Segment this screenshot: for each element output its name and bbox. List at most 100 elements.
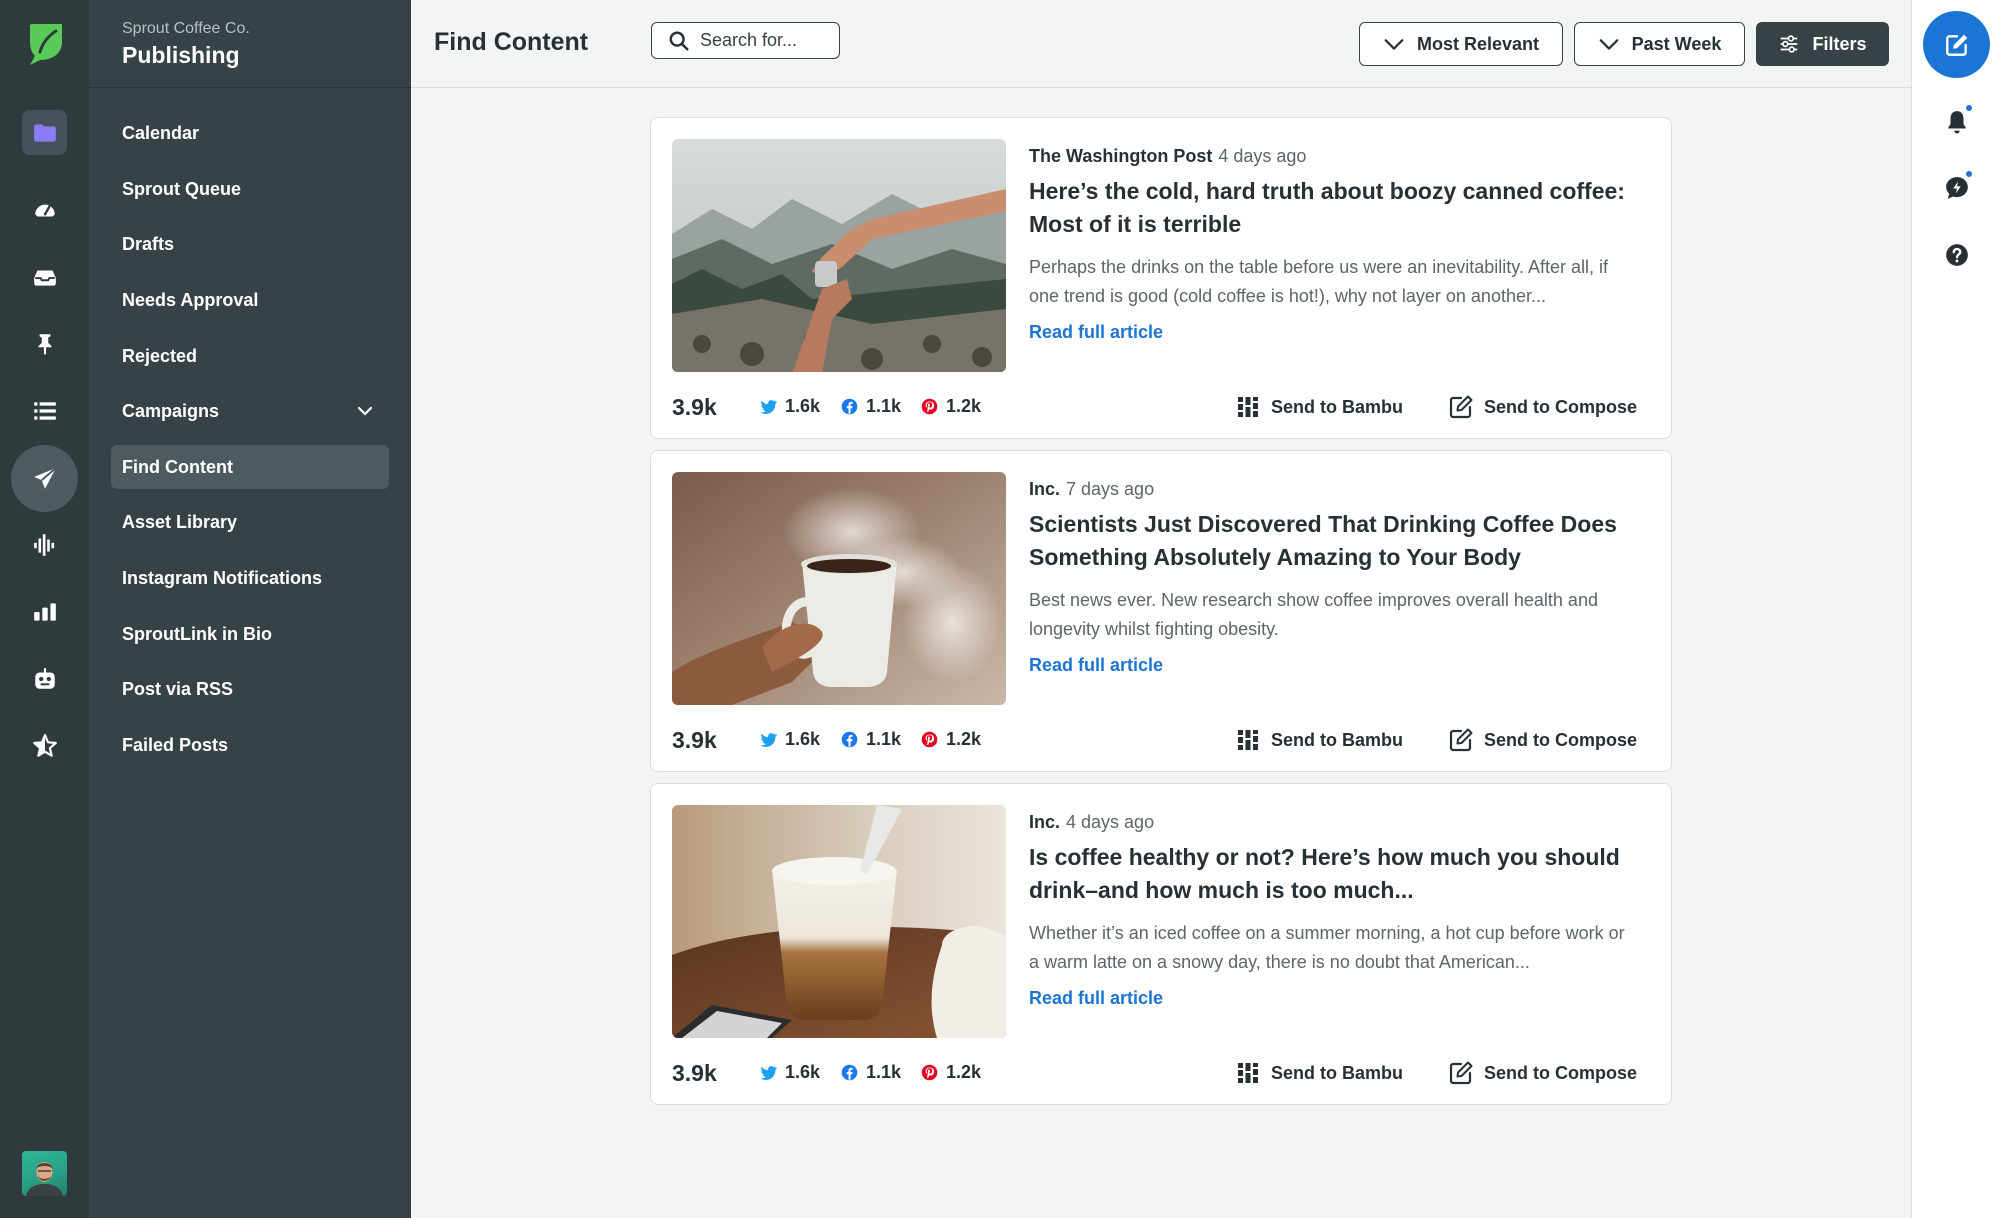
pinterest-count: 1.2k [921, 729, 981, 750]
filters-label: Filters [1812, 33, 1867, 54]
twitter-icon [760, 400, 777, 414]
send-to-bambu-label: Send to Bambu [1271, 1062, 1404, 1083]
read-full-article-link[interactable]: Read full article [1029, 988, 1163, 1009]
date-range-dropdown[interactable]: Past Week [1574, 22, 1745, 66]
twitter-count-value: 1.6k [785, 396, 821, 416]
section-name: Publishing [122, 42, 240, 68]
article-description: Best news ever. New research show coffee… [1029, 590, 1598, 639]
nav-item-calendar[interactable]: Calendar [111, 111, 389, 155]
article-headline[interactable]: Is coffee healthy or not? Here’s how muc… [1029, 841, 1639, 907]
nav-item-find-content[interactable]: Find Content [111, 445, 389, 489]
search-input[interactable]: Search for... [651, 22, 840, 59]
article-thumbnail[interactable] [672, 805, 1006, 1038]
rail-reviews[interactable] [22, 723, 67, 768]
read-full-article-link[interactable]: Read full article [1029, 655, 1163, 676]
rail-publishing[interactable] [11, 445, 78, 512]
article-age: 7 days ago [1066, 479, 1155, 499]
search-placeholder: Search for... [700, 30, 798, 50]
org-name: Sprout Coffee Co. [122, 20, 250, 37]
nav-item-label: SproutLink in Bio [122, 623, 272, 644]
article-source: Inc. [1029, 812, 1061, 832]
nav-item-instagram-notifications[interactable]: Instagram Notifications [111, 556, 389, 600]
nav-item-label: Rejected [122, 345, 198, 366]
rail-bots[interactable] [22, 656, 67, 701]
user-avatar[interactable] [22, 1151, 67, 1196]
send-to-compose-label: Send to Compose [1484, 396, 1638, 417]
article-age: 4 days ago [1066, 812, 1155, 832]
top-bar: Find Content Search for... Most Relevant… [411, 0, 1911, 88]
subnav-header: Sprout Coffee Co. Publishing [89, 0, 411, 88]
read-full-article-link[interactable]: Read full article [1029, 322, 1163, 343]
nav-item-sprout-queue[interactable]: Sprout Queue [111, 167, 389, 211]
compose-icon [1449, 728, 1473, 752]
nav-item-label: Post via RSS [122, 678, 234, 699]
article-source: The Washington Post [1029, 146, 1213, 166]
nav-item-failed-posts[interactable]: Failed Posts [111, 723, 389, 767]
send-to-bambu-button[interactable]: Send to Bambu [1235, 1060, 1403, 1086]
nav-item-label: Needs Approval [122, 289, 259, 310]
sprout-logo-icon[interactable] [26, 22, 64, 66]
rail-listening[interactable] [22, 522, 67, 567]
pinterest-icon [921, 398, 938, 415]
nav-item-asset-library[interactable]: Asset Library [111, 500, 389, 544]
nav-item-needs-approval[interactable]: Needs Approval [111, 278, 389, 322]
folder-icon [33, 123, 56, 142]
bot-icon [34, 667, 55, 689]
nav-item-label: Find Content [122, 456, 233, 477]
compose-icon [1449, 1061, 1473, 1085]
user-avatar-icon [26, 1162, 63, 1196]
article-headline[interactable]: Scientists Just Discovered That Drinking… [1029, 508, 1639, 574]
send-to-bambu-button[interactable]: Send to Bambu [1235, 727, 1403, 753]
compose-button[interactable] [1923, 11, 1990, 78]
facebook-icon [841, 1064, 858, 1081]
article-description: Whether it’s an iced coffee on a summer … [1029, 923, 1625, 972]
nav-item-rejected[interactable]: Rejected [111, 334, 389, 378]
pinterest-count: 1.2k [921, 396, 981, 417]
chevron-down-icon [1599, 39, 1618, 50]
send-to-compose-button[interactable]: Send to Compose [1448, 727, 1637, 753]
nav-item-sproutlink-in-bio[interactable]: SproutLink in Bio [111, 612, 389, 656]
rail-reports[interactable] [22, 589, 67, 634]
pinterest-count-value: 1.2k [946, 1062, 982, 1082]
article-headline[interactable]: Here’s the cold, hard truth about boozy … [1029, 175, 1639, 241]
total-engagement: 3.9k [672, 1060, 717, 1086]
rail-dashboard[interactable] [22, 187, 67, 232]
nav-item-label: Failed Posts [122, 734, 229, 755]
article-meta: Inc. 4 days ago [1029, 812, 1154, 833]
twitter-count: 1.6k [760, 1062, 820, 1083]
rail-inbox[interactable] [22, 254, 67, 299]
rail-tasks[interactable] [22, 388, 67, 433]
twitter-count: 1.6k [760, 729, 820, 750]
chevron-down-icon [1384, 39, 1404, 50]
send-to-bambu-button[interactable]: Send to Bambu [1235, 394, 1403, 420]
nav-item-campaigns[interactable]: Campaigns [111, 389, 389, 433]
utility-rail [1911, 0, 2000, 1218]
chevron-down-icon[interactable] [355, 401, 375, 421]
article-thumbnail[interactable] [672, 139, 1006, 372]
send-to-compose-label: Send to Compose [1484, 1062, 1638, 1083]
send-to-bambu-label: Send to Bambu [1271, 396, 1404, 417]
pinterest-icon [921, 1064, 938, 1081]
search-icon [669, 31, 689, 51]
sort-label: Most Relevant [1416, 33, 1540, 54]
send-to-compose-button[interactable]: Send to Compose [1448, 394, 1637, 420]
inbox-icon [33, 270, 56, 286]
nav-item-drafts[interactable]: Drafts [111, 222, 389, 266]
sliders-icon [1781, 35, 1798, 53]
total-engagement: 3.9k [672, 727, 717, 753]
bell-icon[interactable] [1944, 109, 1970, 135]
article-thumbnail[interactable] [672, 472, 1006, 705]
feedback-icon[interactable] [1944, 175, 1970, 201]
article-description: Perhaps the drinks on the table before u… [1029, 257, 1608, 306]
filters-button[interactable]: Filters [1756, 22, 1889, 66]
rail-publishing-folder[interactable] [22, 110, 67, 155]
nav-item-label: Instagram Notifications [122, 567, 323, 588]
help-icon[interactable] [1944, 242, 1970, 268]
facebook-count: 1.1k [841, 1062, 901, 1083]
article-card: The Washington Post 4 days ago Here’s the… [650, 117, 1672, 439]
send-to-compose-button[interactable]: Send to Compose [1448, 1060, 1637, 1086]
nav-item-post-via-rss[interactable]: Post via RSS [111, 667, 389, 711]
rail-pinned[interactable] [22, 321, 67, 366]
twitter-count: 1.6k [760, 396, 820, 417]
sort-dropdown[interactable]: Most Relevant [1359, 22, 1563, 66]
